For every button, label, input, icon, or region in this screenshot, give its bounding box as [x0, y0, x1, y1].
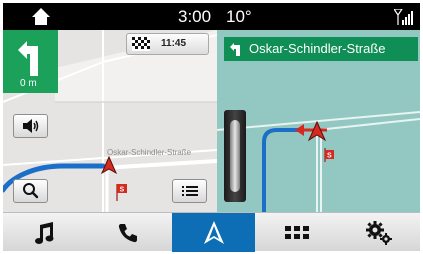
tab-navigation[interactable] [172, 213, 255, 252]
svg-text:S: S [327, 153, 332, 160]
search-icon [23, 183, 39, 199]
music-note-icon [34, 221, 53, 244]
tab-phone[interactable] [86, 213, 169, 252]
street-name-banner: Oskar-Schindler-Straße [224, 37, 418, 61]
zoom-slider-track[interactable] [230, 120, 240, 192]
zoom-slider[interactable] [224, 110, 246, 202]
arrival-time: 11:45 [161, 38, 187, 49]
tab-apps[interactable] [255, 213, 338, 252]
next-street-name: Oskar-Schindler-Straße [249, 41, 386, 56]
voice-volume-button[interactable] [13, 114, 48, 138]
clock: 3:00 [178, 7, 212, 26]
search-button[interactable] [13, 179, 48, 203]
list-icon [182, 186, 198, 196]
speaker-icon [23, 119, 39, 133]
bottom-nav-bar [3, 212, 420, 252]
outside-temperature: 10° [226, 7, 252, 26]
turn-distance: 0 m [20, 78, 37, 89]
tab-audio[interactable] [3, 213, 86, 252]
turn-left-icon [18, 41, 38, 76]
phone-icon [118, 223, 137, 242]
svg-text:S: S [120, 187, 125, 194]
settings-gears-icon [366, 220, 392, 245]
next-turn-indicator[interactable]: 0 m [3, 30, 58, 93]
signal-strength-icon [394, 9, 413, 25]
status-bar: 3:00 10° [3, 3, 420, 30]
home-icon [32, 8, 50, 25]
arrival-time-button[interactable]: 11:45 [126, 33, 209, 55]
turn-left-small-icon [230, 43, 240, 56]
navigation-arrow-icon [203, 220, 224, 244]
map-street-label: Oskar-Schindler-Straße [107, 148, 192, 157]
apps-grid-icon [284, 225, 309, 239]
route-list-button[interactable] [172, 179, 207, 203]
checkered-flag-icon [132, 37, 150, 51]
home-button[interactable] [31, 6, 51, 26]
sync-screen: 3:00 10° S S 0 m 11:45 Oskar-Schindler-S… [0, 0, 423, 254]
tab-settings[interactable] [338, 213, 420, 252]
